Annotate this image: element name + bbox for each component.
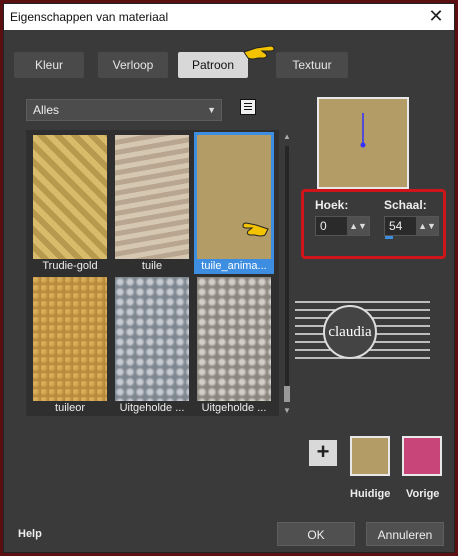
tab-patroon[interactable]: Patroon [178,52,248,78]
title-bar: Eigenschappen van materiaal ✕ [4,4,454,30]
category-select[interactable]: Alles ▼ [26,99,222,121]
spinner-arrows-icon[interactable]: ▲▼ [347,217,369,235]
category-select-value: Alles [33,103,60,117]
previous-swatch-label: Vorige [406,488,440,500]
tab-bar: Kleur Verloop Patroon Textuur [14,52,354,78]
pointing-hand-icon [242,222,269,237]
pattern-label: tuile_anima... [201,260,267,272]
pattern-item[interactable]: Uitgeholde ... [194,274,274,416]
pointing-hand-icon [243,45,275,60]
angle-label: Hoek: [315,198,349,212]
pattern-item[interactable]: tuile [112,132,192,274]
pattern-thumbnail [115,135,189,259]
pattern-thumbnail [197,135,271,259]
pattern-item[interactable]: Uitgeholde ... [112,274,192,416]
pattern-label: tuileor [55,402,85,414]
scale-label: Schaal: [384,198,427,212]
close-icon[interactable]: ✕ [426,6,446,26]
pattern-scrollbar[interactable]: ▲ ▼ [282,132,292,416]
scale-progress-bar [385,236,393,239]
pattern-thumbnail [33,135,107,259]
pattern-item[interactable]: Trudie-gold [30,132,110,274]
scroll-track [285,146,289,402]
tab-verloop[interactable]: Verloop [98,52,168,78]
material-properties-dialog: Eigenschappen van materiaal ✕ Kleur Verl… [3,3,455,553]
spinner-arrows-icon[interactable]: ▲▼ [416,217,438,235]
logo-text: claudia [328,324,372,340]
pattern-item-selected[interactable]: tuile_anima... [194,132,274,274]
tab-kleur[interactable]: Kleur [14,52,84,78]
pattern-label: Uitgeholde ... [119,402,185,414]
ok-button[interactable]: OK [277,522,355,546]
angle-scale-highlight: Hoek: Schaal: 0 ▲▼ 54 ▲▼ [301,189,446,259]
cancel-button[interactable]: Annuleren [366,522,444,546]
previous-color-swatch[interactable] [402,436,442,476]
current-swatch-label: Huidige [350,488,391,500]
pattern-thumbnail [115,277,189,401]
scale-spinner[interactable]: 54 ▲▼ [384,216,439,236]
tab-textuur[interactable]: Textuur [276,52,348,78]
pattern-grid: Trudie-gold tuile tuile_anima... tuileor… [26,130,279,416]
current-color-swatch[interactable] [350,436,390,476]
window-title: Eigenschappen van materiaal [10,10,169,24]
pattern-item[interactable]: tuileor [30,274,110,416]
pattern-label: tuile [141,260,163,272]
pattern-thumbnail [197,277,271,401]
scroll-thumb[interactable] [284,386,290,402]
pattern-label: Trudie-gold [42,260,98,272]
pattern-thumbnail [33,277,107,401]
claudia-logo: claudia [295,301,430,359]
library-icon[interactable] [240,99,256,115]
angle-value: 0 [320,219,327,233]
pattern-label: Uitgeholde ... [201,402,267,414]
scale-value: 54 [389,219,403,233]
dialog-footer: Help OK Annuleren [4,512,454,552]
chevron-down-icon[interactable]: ▼ [282,406,292,416]
angle-spinner[interactable]: 0 ▲▼ [315,216,370,236]
help-link[interactable]: Help [18,528,42,540]
add-swatch-button[interactable]: + [309,440,337,466]
angle-indicator-icon [360,113,366,148]
pattern-preview[interactable] [317,97,409,189]
chevron-down-icon: ▼ [207,105,216,115]
chevron-up-icon[interactable]: ▲ [282,132,292,142]
